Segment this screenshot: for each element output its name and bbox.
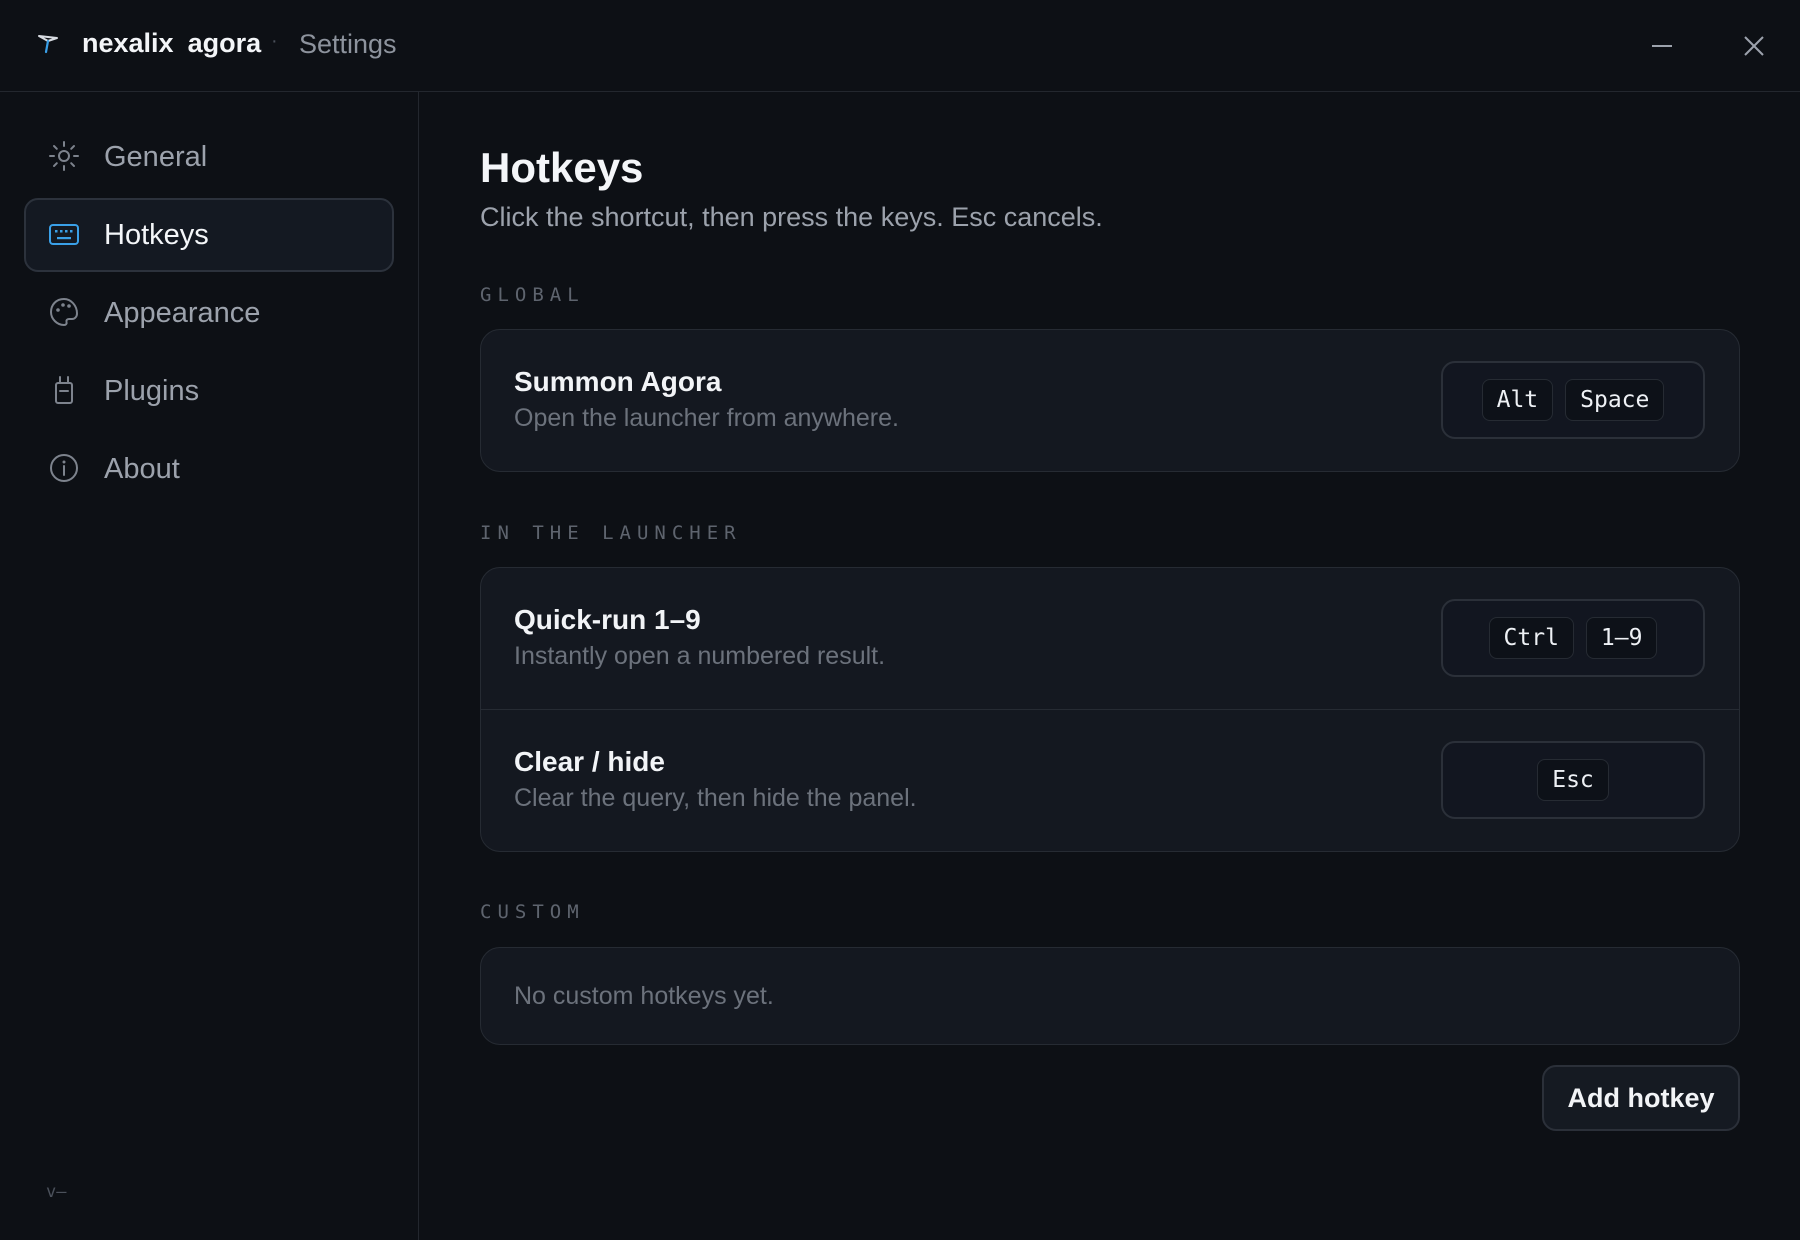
hotkey-title: Quick-run 1–9	[514, 604, 701, 635]
hotkey-row-clear-hide: Clear / hide Clear the query, then hide …	[481, 709, 1739, 850]
settings-window: nexalix agora · Settings General Hotkeys…	[0, 0, 1800, 1240]
shortcut-recorder[interactable]: Ctrl 1–9	[1441, 599, 1705, 677]
hotkey-description: Open the launcher from anywhere.	[514, 404, 899, 432]
sidebar-item-label: Hotkeys	[104, 219, 209, 251]
sidebar-item-label: General	[104, 141, 208, 173]
minimize-icon	[1652, 45, 1672, 47]
sidebar-item-plugins[interactable]: Plugins	[24, 354, 394, 428]
version-label: v—	[46, 1182, 67, 1202]
add-hotkey-button[interactable]: Add hotkey	[1542, 1065, 1740, 1131]
hotkey-card-global: Summon Agora Open the launcher from anyw…	[480, 329, 1740, 472]
section-label-global: GLOBAL	[480, 284, 585, 306]
title-bar: nexalix agora · Settings	[0, 0, 1800, 92]
hotkey-title: Summon Agora	[514, 366, 722, 397]
key-cap: Esc	[1537, 759, 1609, 801]
sidebar-item-general[interactable]: General	[24, 120, 394, 194]
key-cap: 1–9	[1585, 617, 1658, 659]
brand-product: agora	[187, 28, 262, 58]
section-label-launcher: IN THE LAUNCHER	[480, 522, 742, 544]
shortcut-recorder[interactable]: Esc	[1441, 741, 1705, 819]
hotkey-description: Instantly open a numbered result.	[514, 642, 886, 670]
hotkey-card-launcher: Quick-run 1–9 Instantly open a numbered …	[480, 567, 1740, 852]
sidebar-item-label: Plugins	[104, 375, 200, 407]
palette-icon	[49, 297, 79, 327]
sidebar-item-appearance[interactable]: Appearance	[24, 276, 394, 350]
page-title: Hotkeys	[480, 144, 644, 191]
hotkey-row-quick-run: Quick-run 1–9 Instantly open a numbered …	[481, 568, 1739, 709]
info-icon	[50, 454, 78, 482]
sidebar-item-hotkeys[interactable]: Hotkeys	[24, 198, 394, 272]
app-logo-icon	[38, 35, 58, 54]
section-label-custom: CUSTOM	[480, 901, 585, 923]
plug-icon	[55, 376, 73, 404]
hotkey-row-summon: Summon Agora Open the launcher from anyw…	[481, 330, 1739, 471]
sidebar: General Hotkeys Appearance Plugins About…	[0, 92, 419, 1240]
keyboard-icon	[49, 224, 79, 245]
app-brand: nexalix agora	[82, 28, 261, 59]
main-panel: Hotkeys Click the shortcut, then press t…	[420, 92, 1800, 1240]
close-button[interactable]	[1732, 24, 1776, 68]
shortcut-recorder[interactable]: Alt Space	[1441, 361, 1705, 439]
sun-icon	[49, 141, 79, 171]
sidebar-item-label: Appearance	[104, 297, 261, 329]
brand-name: nexalix	[82, 28, 174, 58]
minimize-button[interactable]	[1640, 24, 1684, 68]
hotkey-title: Clear / hide	[514, 746, 665, 777]
empty-state-text: No custom hotkeys yet.	[514, 982, 774, 1010]
key-cap: Ctrl	[1488, 617, 1574, 659]
hotkey-description: Clear the query, then hide the panel.	[514, 784, 917, 812]
page-subtitle: Click the shortcut, then press the keys.…	[480, 202, 1103, 232]
custom-hotkeys-card: No custom hotkeys yet.	[480, 947, 1740, 1045]
key-cap: Alt	[1481, 379, 1554, 421]
sidebar-item-label: About	[104, 453, 180, 485]
breadcrumb-separator: ·	[271, 30, 278, 52]
sidebar-item-about[interactable]: About	[24, 432, 394, 506]
breadcrumb-settings: Settings	[299, 29, 397, 59]
close-icon	[1744, 36, 1764, 56]
key-cap: Space	[1565, 379, 1665, 421]
